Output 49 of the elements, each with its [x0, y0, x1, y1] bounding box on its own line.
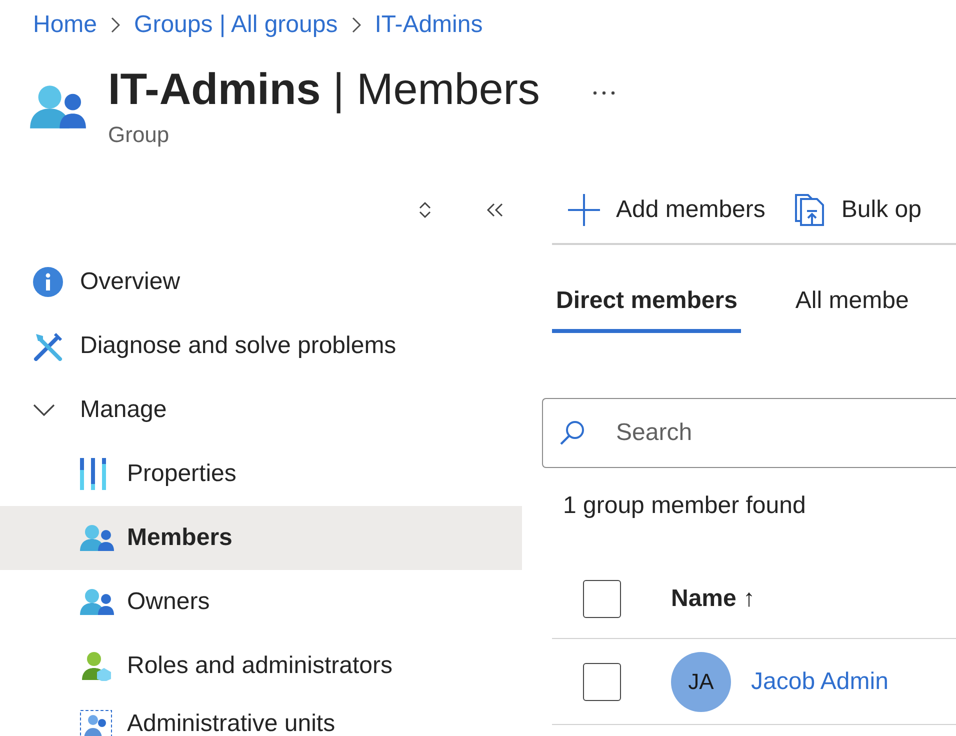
- result-count: 1 group member found: [563, 492, 807, 520]
- nav-item[interactable]: Diagnose and solve problems: [0, 314, 522, 378]
- more-icon[interactable]: [592, 90, 616, 96]
- row-checkbox[interactable]: [583, 662, 621, 700]
- nav-label: Administrative units: [127, 710, 336, 736]
- select-all-checkbox[interactable]: [583, 580, 621, 618]
- nav-item[interactable]: Administrative units: [0, 698, 522, 736]
- plus-icon: [568, 194, 600, 226]
- nav-label: Overview: [80, 268, 180, 296]
- people-icon: [80, 524, 114, 552]
- properties-icon: [80, 458, 106, 490]
- tab[interactable]: Direct members: [552, 275, 742, 333]
- member-name-link[interactable]: Jacob Admin: [751, 668, 888, 696]
- chevron-right-icon: [111, 17, 120, 33]
- nav-item[interactable]: Roles and administrators: [0, 634, 522, 698]
- nav-label: Roles and administrators: [127, 652, 392, 680]
- nav-item[interactable]: Properties: [0, 442, 522, 506]
- nav-item[interactable]: Members: [0, 506, 522, 570]
- tab[interactable]: All membe: [791, 275, 913, 333]
- info-icon: [33, 267, 63, 297]
- people-frame-icon: [80, 710, 112, 736]
- wrench-screwdriver-icon: [33, 331, 63, 361]
- collapse-icon[interactable]: [486, 203, 504, 217]
- nav-item[interactable]: Overview: [0, 250, 522, 314]
- breadcrumb-link[interactable]: IT-Admins: [374, 11, 483, 39]
- nav-label: Members: [127, 524, 232, 552]
- column-header[interactable]: Name ↑: [671, 584, 756, 612]
- up-down-chevron-icon[interactable]: [418, 201, 432, 219]
- page-subtitle: Group: [108, 122, 170, 148]
- documents-upload-icon: [795, 194, 826, 226]
- user-avatar: JA: [671, 652, 731, 712]
- people-icon: [30, 84, 86, 130]
- nav-label: Manage: [80, 396, 167, 424]
- nav-label: Owners: [127, 588, 210, 616]
- chevron-right-icon: [352, 17, 361, 33]
- breadcrumb-link[interactable]: Home: [33, 11, 98, 39]
- toolbar-button[interactable]: Add members: [568, 194, 766, 226]
- page-title: IT-Admins | Members: [108, 64, 540, 116]
- nav-label: Diagnose and solve problems: [80, 332, 396, 360]
- user-cube-icon: [80, 651, 112, 681]
- toolbar-button[interactable]: Bulk op: [795, 194, 922, 226]
- nav-item[interactable]: Owners: [0, 570, 522, 634]
- nav-label: Properties: [127, 460, 236, 488]
- people-icon: [80, 588, 114, 616]
- breadcrumb-link[interactable]: Groups | All groups: [134, 11, 338, 39]
- search-field[interactable]: Search: [542, 398, 956, 468]
- nav-item[interactable]: Manage: [0, 378, 522, 442]
- chevron-icon: [33, 404, 55, 416]
- search-icon: [558, 419, 586, 447]
